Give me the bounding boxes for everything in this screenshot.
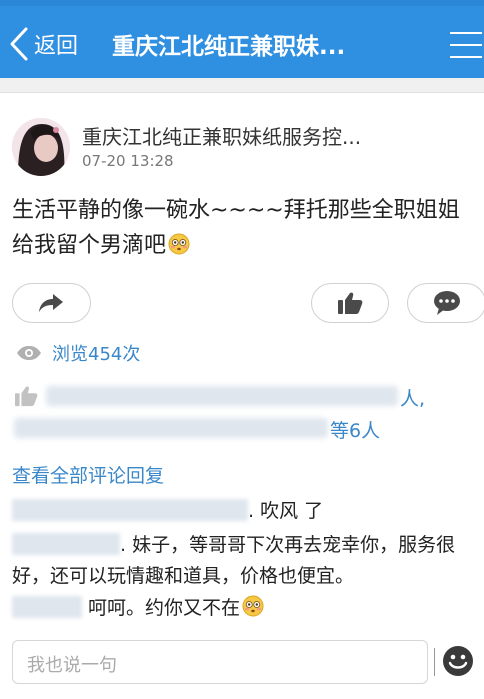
author-name[interactable]: 重庆江北纯正兼职妹纸服务控...: [82, 121, 474, 150]
share-button[interactable]: [12, 283, 91, 323]
likes-suffix: 人,: [400, 388, 426, 410]
views-row: 浏览454次: [16, 340, 140, 366]
commenter-name-blurred: [12, 499, 248, 521]
divider: [434, 648, 435, 676]
post-timestamp: 07-20 13:28: [82, 152, 174, 170]
view-all-comments-link[interactable]: 查看全部评论回复: [12, 461, 164, 488]
views-count: 浏览454次: [52, 344, 141, 365]
back-button[interactable]: 返回: [8, 24, 78, 64]
comment-text: . 吹风 了: [248, 500, 324, 522]
thumbs-up-icon: [15, 386, 38, 407]
liker-names-blurred: [14, 418, 328, 438]
liker-names-blurred: [46, 386, 398, 406]
comment-item[interactable]: . 吹风 了: [12, 496, 472, 527]
commenter-name-blurred: [12, 596, 82, 618]
like-button[interactable]: [311, 283, 389, 323]
emoji-button[interactable]: [442, 645, 474, 677]
comment-text: 呵呵。约你又不在: [88, 597, 241, 619]
comment-input[interactable]: 我也说一句: [12, 640, 428, 684]
comment-item[interactable]: . 妹子，等哥哥下次再去宠幸你，服务很好，还可以玩情趣和道具，价格也便宜。: [12, 530, 472, 592]
eye-icon: [17, 346, 41, 360]
divider-band: [0, 78, 484, 92]
back-label: 返回: [34, 34, 79, 59]
avatar[interactable]: [12, 118, 70, 176]
thumbs-up-icon: [338, 292, 363, 314]
comment-button[interactable]: [407, 283, 484, 323]
smiley-icon: [443, 646, 473, 676]
top-navigation-bar: 返回 重庆江北纯正兼职妹...: [0, 0, 484, 78]
post-content: 生活平静的像一碗水~~~~拜托那些全职姐姐给我留个男滴吧: [12, 193, 478, 263]
likes-total[interactable]: 等6人: [330, 416, 380, 443]
menu-button[interactable]: [446, 28, 482, 62]
divider: [0, 92, 484, 93]
speech-bubble-icon: [434, 291, 460, 315]
menu-icon: [450, 32, 482, 34]
comment-item[interactable]: 呵呵。约你又不在: [12, 593, 472, 624]
status-bar: [0, 0, 484, 6]
post-text: 生活平静的像一碗水~~~~拜托那些全职姐姐给我留个男滴吧: [12, 198, 460, 258]
page-title: 重庆江北纯正兼职妹...: [112, 34, 346, 60]
comment-input-placeholder: 我也说一句: [27, 655, 117, 676]
flushed-face-icon: [242, 595, 264, 617]
share-icon: [39, 294, 63, 312]
avatar-image: [12, 118, 70, 176]
flushed-face-icon: [168, 233, 190, 255]
chevron-left-icon: [10, 27, 28, 61]
commenter-name-blurred: [12, 533, 120, 555]
